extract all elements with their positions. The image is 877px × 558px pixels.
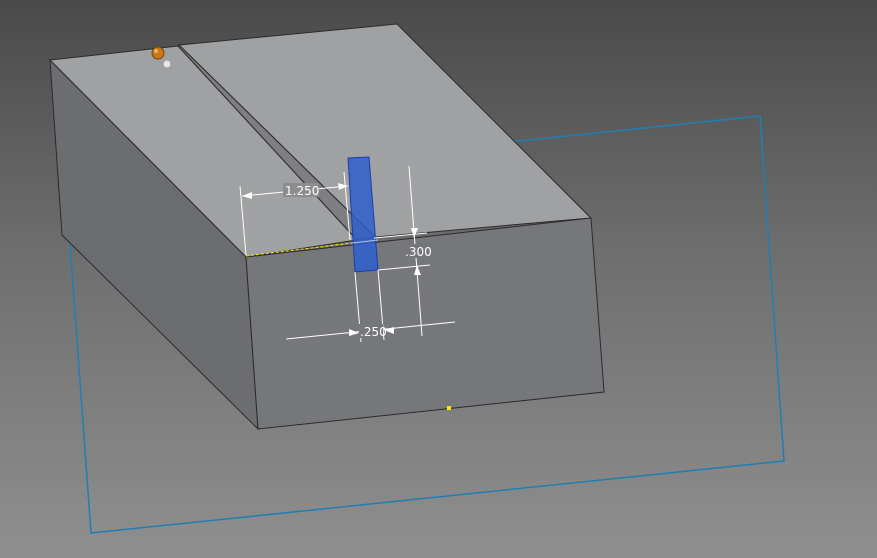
3d-viewport[interactable]: 1.250 .300 .250 — [0, 0, 877, 558]
dimension-text-slot-depth[interactable]: .300 — [405, 245, 432, 259]
dimension-text-slot-offset[interactable]: 1.250 — [285, 184, 319, 198]
cad-scene[interactable]: 1.250 .300 .250 — [0, 0, 877, 558]
dimension-text-slot-width[interactable]: .250 — [360, 325, 387, 339]
sketch-center-point[interactable] — [447, 406, 451, 410]
